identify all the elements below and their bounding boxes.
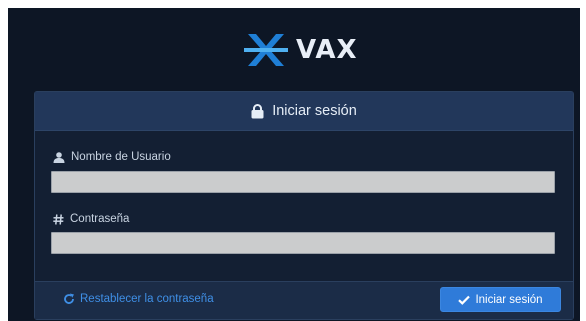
reset-password-label: Restablecer la contraseña (80, 293, 214, 305)
logo-text: VAX (296, 35, 358, 65)
check-icon (458, 295, 471, 305)
login-form: Nombre de Usuario Contraseña (35, 131, 573, 281)
reset-password-link[interactable]: Restablecer la contraseña (63, 293, 214, 305)
frame-edge-top (0, 0, 586, 8)
username-label: Nombre de Usuario (53, 151, 171, 163)
login-button[interactable]: Iniciar sesión (440, 287, 561, 312)
hash-icon (53, 213, 64, 225)
username-input[interactable] (51, 171, 555, 193)
login-screen: VAX Iniciar sesión Nombre de Usuario Con… (0, 0, 586, 321)
lock-icon (251, 103, 264, 119)
login-panel: Iniciar sesión Nombre de Usuario Contras… (34, 91, 574, 320)
password-label-text: Contraseña (70, 213, 130, 225)
login-panel-title: Iniciar sesión (272, 103, 357, 119)
password-label: Contraseña (53, 213, 129, 225)
login-panel-header: Iniciar sesión (35, 92, 573, 131)
user-icon (53, 151, 65, 163)
app-logo: VAX (242, 30, 358, 70)
password-input[interactable] (51, 232, 555, 254)
username-label-text: Nombre de Usuario (71, 151, 171, 163)
refresh-icon (63, 293, 75, 305)
login-panel-footer: Restablecer la contraseña Iniciar sesión (35, 281, 573, 319)
vax-logo-icon (242, 30, 290, 70)
frame-edge-right (580, 0, 586, 321)
login-button-label: Iniciar sesión (475, 293, 543, 306)
frame-edge-left (0, 0, 8, 321)
